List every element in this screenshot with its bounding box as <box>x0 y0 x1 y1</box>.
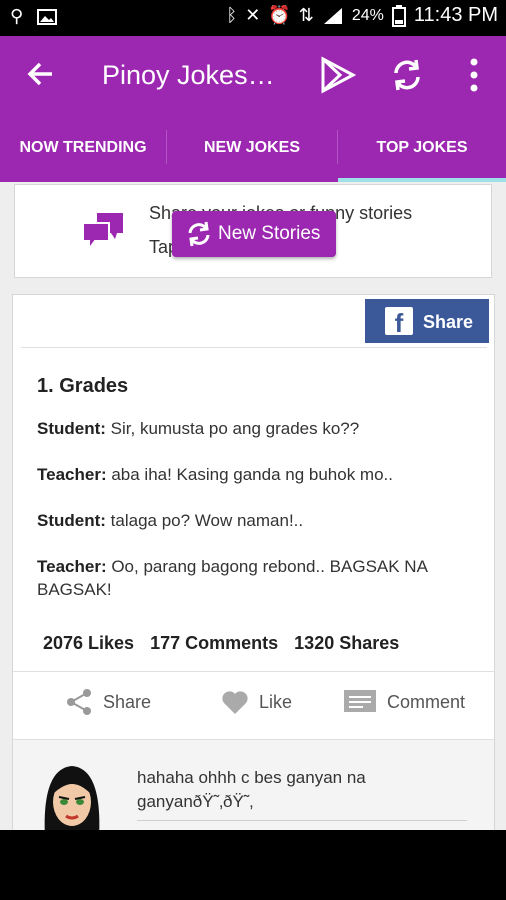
avatar <box>44 766 100 830</box>
comment-action-label: Comment <box>387 691 466 712</box>
data-icon: ⇅ <box>298 5 314 26</box>
tab-new-jokes[interactable]: NEW JOKES <box>167 116 337 178</box>
new-stories-button[interactable]: New Stories <box>172 211 336 257</box>
divider <box>13 671 494 672</box>
like-action-label: Like <box>259 691 293 712</box>
divider <box>21 347 487 348</box>
line-text: Sir, kumusta po ang grades ko?? <box>105 419 360 438</box>
tab-now-trending[interactable]: NOW TRENDING <box>0 116 166 178</box>
share-action-label: Share <box>103 691 152 712</box>
usb-icon: ⚲ <box>10 6 24 27</box>
joke-title: 1. Grades <box>37 375 129 397</box>
mute-icon: ✕ <box>245 5 261 26</box>
bottom-bar <box>0 830 506 900</box>
comment-action-button[interactable]: Comment <box>343 687 465 717</box>
image-notification-icon <box>37 8 58 25</box>
joke-stats: 2076 Likes 177 Comments 1320 Shares <box>43 633 410 654</box>
tab-indicator <box>338 178 506 182</box>
joke-card: f Share 1. Grades Student: Sir, kumusta … <box>12 294 495 830</box>
facebook-share-label: Share <box>423 312 474 332</box>
bluetooth-icon: ᛒ <box>226 5 238 26</box>
joke-line: Student: Sir, kumusta po ang grades ko?? <box>37 417 467 440</box>
divider <box>137 820 467 821</box>
more-vert-icon[interactable] <box>462 56 486 94</box>
comment-text: hahaha ohhh c bes ganyan na ganyanðŸ˜‚ðŸ… <box>137 768 366 811</box>
play-store-icon[interactable] <box>318 56 356 94</box>
comments-count: 177 Comments <box>150 633 279 653</box>
clock: 11:43 PM <box>413 4 498 26</box>
page-title: Pinoy Jokes… <box>102 60 275 90</box>
chat-bubbles-icon <box>82 213 123 251</box>
new-stories-label: New Stories <box>218 223 321 244</box>
speaker-label: Teacher: <box>37 557 107 576</box>
joke-line: Student: talaga po? Wow naman!.. <box>37 509 467 532</box>
heart-icon <box>222 691 248 714</box>
comment-item: hahaha ohhh c bes ganyan na ganyanðŸ˜‚ðŸ… <box>13 739 494 830</box>
share-action-button[interactable]: Share <box>65 687 151 717</box>
facebook-share-button[interactable]: f Share <box>365 299 489 343</box>
shares-count: 1320 Shares <box>294 633 400 653</box>
comment-icon <box>344 690 376 712</box>
share-icon <box>67 689 91 715</box>
refresh-icon[interactable] <box>388 56 426 94</box>
app-screen: ⚲ ᛒ ✕ ⏰ ⇅ 24% 11:43 PM Pinoy Jokes… NOW … <box>0 0 506 830</box>
line-text: talaga po? Wow naman!.. <box>105 511 304 530</box>
alarm-icon: ⏰ <box>268 5 291 26</box>
speaker-label: Student: <box>37 511 106 530</box>
refresh-icon <box>188 221 210 247</box>
line-text: aba iha! Kasing ganda ng buhok mo.. <box>106 465 393 484</box>
battery-percent: 24% <box>351 6 384 24</box>
tab-top-jokes[interactable]: TOP JOKES <box>338 116 506 178</box>
speaker-label: Student: <box>37 419 106 438</box>
signal-icon <box>323 7 342 24</box>
joke-line: Teacher: aba iha! Kasing ganda ng buhok … <box>37 463 467 486</box>
status-bar: ⚲ ᛒ ✕ ⏰ ⇅ 24% 11:43 PM <box>0 0 506 36</box>
tab-bar: NOW TRENDING NEW JOKES TOP JOKES <box>0 116 506 182</box>
likes-count: 2076 Likes <box>43 633 135 653</box>
battery-icon <box>391 4 406 27</box>
app-bar: Pinoy Jokes… <box>0 36 506 116</box>
joke-line: Teacher: Oo, parang bagong rebond.. BAGS… <box>37 555 467 601</box>
speaker-label: Teacher: <box>37 465 107 484</box>
like-action-button[interactable]: Like <box>221 687 292 717</box>
facebook-icon: f <box>385 307 413 335</box>
arrow-left-icon[interactable] <box>22 56 58 92</box>
